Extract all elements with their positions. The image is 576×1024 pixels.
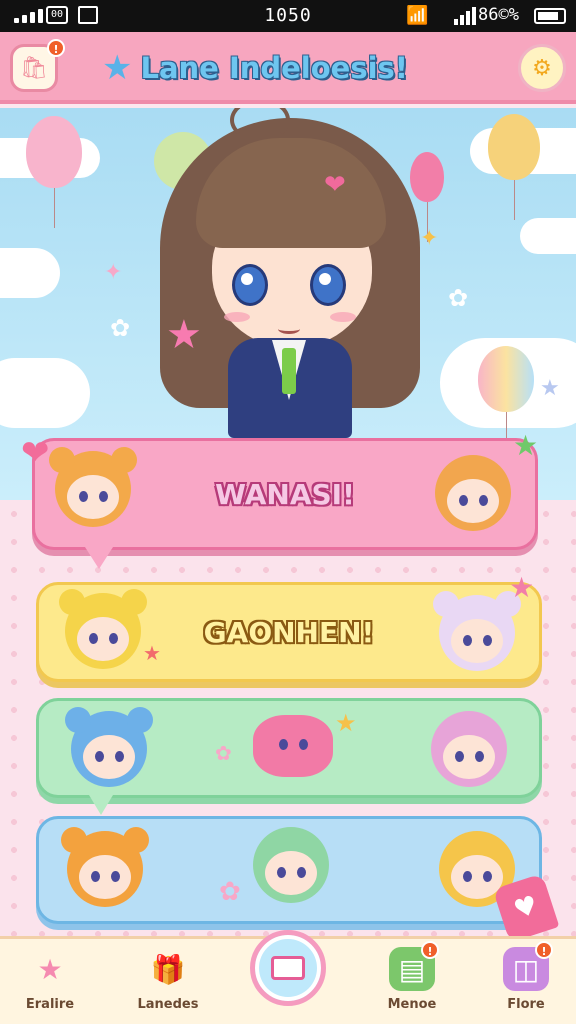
chibi-character xyxy=(253,827,329,903)
flower-icon: ✿ xyxy=(448,284,469,312)
robot-icon: ◫ ! xyxy=(503,941,553,991)
sparkle-icon: ✦ xyxy=(104,260,123,285)
balloon-icon xyxy=(26,116,82,228)
page-title-text: Lane Indeloesis! xyxy=(140,51,409,85)
notification-badge: ! xyxy=(421,941,439,959)
star-icon: ★ xyxy=(509,571,535,604)
shop-bag-icon: 🛍 xyxy=(20,55,48,81)
star-icon: ★ xyxy=(102,48,133,88)
avatar-eye xyxy=(310,264,346,306)
star-icon: ★ xyxy=(513,429,539,462)
balloon-icon xyxy=(488,114,540,220)
flower-icon: ✿ xyxy=(215,741,232,765)
nav-item-menoe[interactable]: ▤ ! Menoe xyxy=(364,941,460,1023)
flower-icon: ✿ xyxy=(110,314,131,342)
nav-label: Menoe xyxy=(387,997,437,1012)
nav-label: Eralire xyxy=(25,997,75,1012)
mail-button[interactable] xyxy=(250,930,326,1006)
sparkle-icon: ✦ xyxy=(420,226,439,251)
top-header: 🛍 ! ★ Lane Indeloesis! ⚙ xyxy=(0,32,576,104)
menu-panel-blue[interactable]: ✿ xyxy=(36,816,542,924)
avatar-mouth xyxy=(278,324,300,334)
avatar-tie xyxy=(282,348,296,394)
pet-creature xyxy=(253,715,333,777)
heart-icon: ❤ xyxy=(21,433,50,473)
star-icon: ★ xyxy=(143,641,161,665)
star-wand-icon: ★ xyxy=(166,312,202,358)
menu-panel-pink[interactable]: WANASI! ❤ ★ xyxy=(21,429,538,569)
sparkle-icon: ★ xyxy=(540,376,560,401)
cloud-decoration xyxy=(0,248,60,298)
chibi-character xyxy=(61,827,149,907)
chibi-character xyxy=(435,455,511,531)
gear-icon: ⚙ xyxy=(532,55,552,81)
cloud-decoration xyxy=(0,358,90,428)
nav-label: Lanedes xyxy=(137,997,199,1012)
settings-button[interactable]: ⚙ xyxy=(518,44,566,92)
nav-item-flore[interactable]: ◫ ! Flore xyxy=(478,941,574,1023)
avatar-eye xyxy=(232,264,268,306)
menu-panel-green[interactable]: ★ ✿ xyxy=(36,698,542,815)
balloon-icon xyxy=(478,346,534,452)
cellular-icon xyxy=(454,7,476,25)
avatar-blush xyxy=(330,312,356,322)
nav-item-lanedes[interactable]: 🎁 Lanedes xyxy=(120,947,216,1023)
chibi-character xyxy=(431,711,507,787)
star-icon: ★ xyxy=(335,709,357,737)
book-icon: ▤ ! xyxy=(389,941,439,991)
nav-item-eralire[interactable]: ★ Eralire xyxy=(2,947,98,1023)
avatar-blush xyxy=(224,312,250,322)
battery-percent: 86©% xyxy=(478,5,519,25)
notification-badge: ! xyxy=(47,39,65,57)
shop-button[interactable]: 🛍 ! xyxy=(10,39,65,92)
envelope-icon xyxy=(271,956,305,980)
battery-icon xyxy=(534,8,566,24)
nav-label: Flore xyxy=(507,997,545,1012)
heart-icon: ♥ xyxy=(510,890,542,926)
gift-icon: 🎁 xyxy=(150,952,186,986)
notification-badge: ! xyxy=(535,941,553,959)
chibi-character xyxy=(65,707,153,787)
chibi-character xyxy=(433,591,521,671)
status-bar: 00 1050 📶 86©% xyxy=(0,0,576,32)
page-title: ★ Lane Indeloesis! xyxy=(102,46,442,90)
heart-bow-icon: ❤ xyxy=(324,170,346,200)
chibi-character xyxy=(49,447,137,527)
flower-icon: ✿ xyxy=(219,877,241,907)
chibi-character xyxy=(59,589,147,669)
menu-panel-yellow[interactable]: GAONHEN! ★ ★ xyxy=(36,571,542,682)
cloud-decoration xyxy=(520,218,576,254)
star-icon: ★ xyxy=(37,952,63,986)
player-avatar[interactable]: ❤ xyxy=(160,108,420,438)
wifi-icon: 📶 xyxy=(406,5,429,26)
